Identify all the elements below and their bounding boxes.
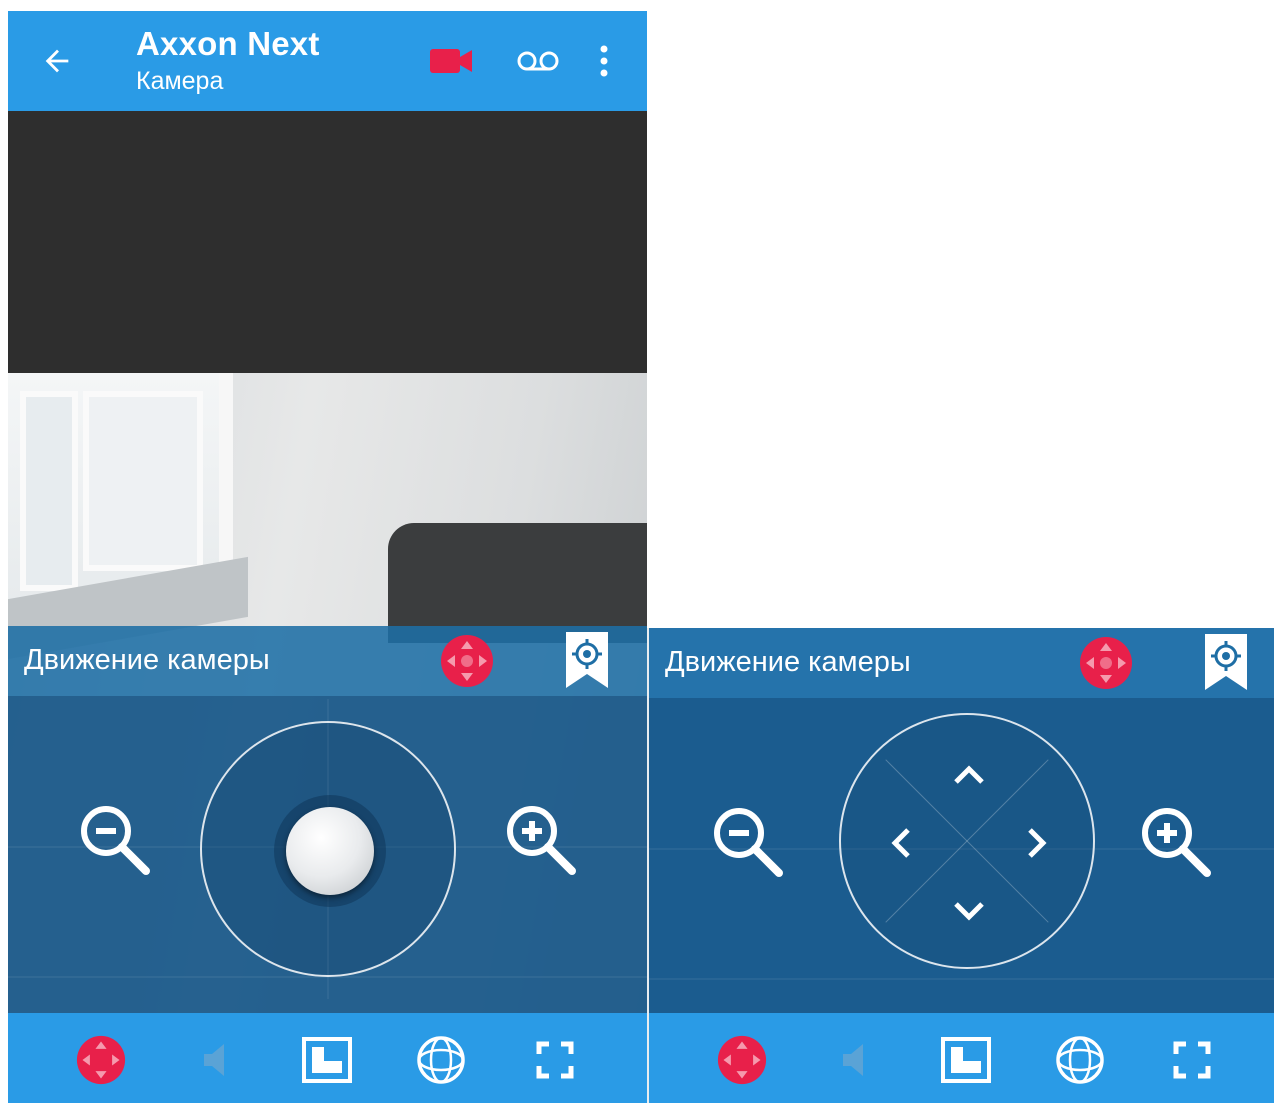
preset-bookmark-icon[interactable] bbox=[1203, 632, 1249, 692]
video-sofa-scene bbox=[388, 523, 647, 643]
layout-icon[interactable] bbox=[939, 1035, 993, 1085]
title-block: Axxon Next Камера bbox=[136, 25, 320, 96]
preset-bookmark-icon[interactable] bbox=[564, 630, 610, 690]
app-title: Axxon Next bbox=[136, 25, 320, 62]
more-vert-icon[interactable] bbox=[586, 41, 622, 81]
app-bar: Axxon Next Камера bbox=[8, 11, 647, 111]
ptz-move-icon[interactable] bbox=[440, 634, 494, 688]
joystick-ring[interactable] bbox=[200, 699, 456, 999]
direction-pad-ring bbox=[839, 713, 1095, 969]
ptz-move-icon[interactable] bbox=[74, 1035, 128, 1085]
arrow-down-icon[interactable] bbox=[947, 889, 991, 933]
right-screen: Движение камеры bbox=[649, 628, 1274, 1103]
bottom-toolbar bbox=[649, 1013, 1274, 1103]
arrow-right-icon[interactable] bbox=[1015, 821, 1059, 865]
audio-icon[interactable] bbox=[188, 1035, 242, 1085]
back-arrow-icon[interactable] bbox=[38, 42, 76, 80]
fullscreen-icon[interactable] bbox=[528, 1035, 582, 1085]
zoom-out-icon[interactable] bbox=[76, 801, 154, 879]
joystick-knob[interactable] bbox=[286, 807, 374, 895]
arrow-left-icon[interactable] bbox=[879, 821, 923, 865]
ptz-title: Движение камеры bbox=[665, 646, 911, 678]
zoom-in-icon[interactable] bbox=[1137, 803, 1215, 881]
left-screen: Axxon Next Камера Движение камеры bbox=[8, 11, 647, 1103]
ptz-panel-header: Движение камеры bbox=[8, 626, 647, 696]
fisheye-icon[interactable] bbox=[1053, 1035, 1107, 1085]
ptz-panel-header: Движение камеры bbox=[649, 628, 1274, 698]
app-subtitle: Камера bbox=[136, 67, 224, 95]
zoom-out-icon[interactable] bbox=[709, 803, 787, 881]
fisheye-icon[interactable] bbox=[414, 1035, 468, 1085]
ptz-panel-body bbox=[649, 698, 1274, 1013]
video-camera-icon[interactable] bbox=[430, 41, 474, 81]
voicemail-icon[interactable] bbox=[516, 41, 560, 81]
audio-icon[interactable] bbox=[827, 1035, 881, 1085]
ptz-panel-body bbox=[8, 696, 647, 1013]
zoom-in-icon[interactable] bbox=[502, 801, 580, 879]
fullscreen-icon[interactable] bbox=[1165, 1035, 1219, 1085]
ptz-title: Движение камеры bbox=[24, 644, 270, 676]
arrow-up-icon[interactable] bbox=[947, 753, 991, 797]
ptz-move-icon[interactable] bbox=[715, 1035, 769, 1085]
bottom-toolbar bbox=[8, 1013, 647, 1103]
ptz-move-icon[interactable] bbox=[1079, 636, 1133, 690]
video-letterbox bbox=[8, 111, 647, 373]
layout-icon[interactable] bbox=[300, 1035, 354, 1085]
